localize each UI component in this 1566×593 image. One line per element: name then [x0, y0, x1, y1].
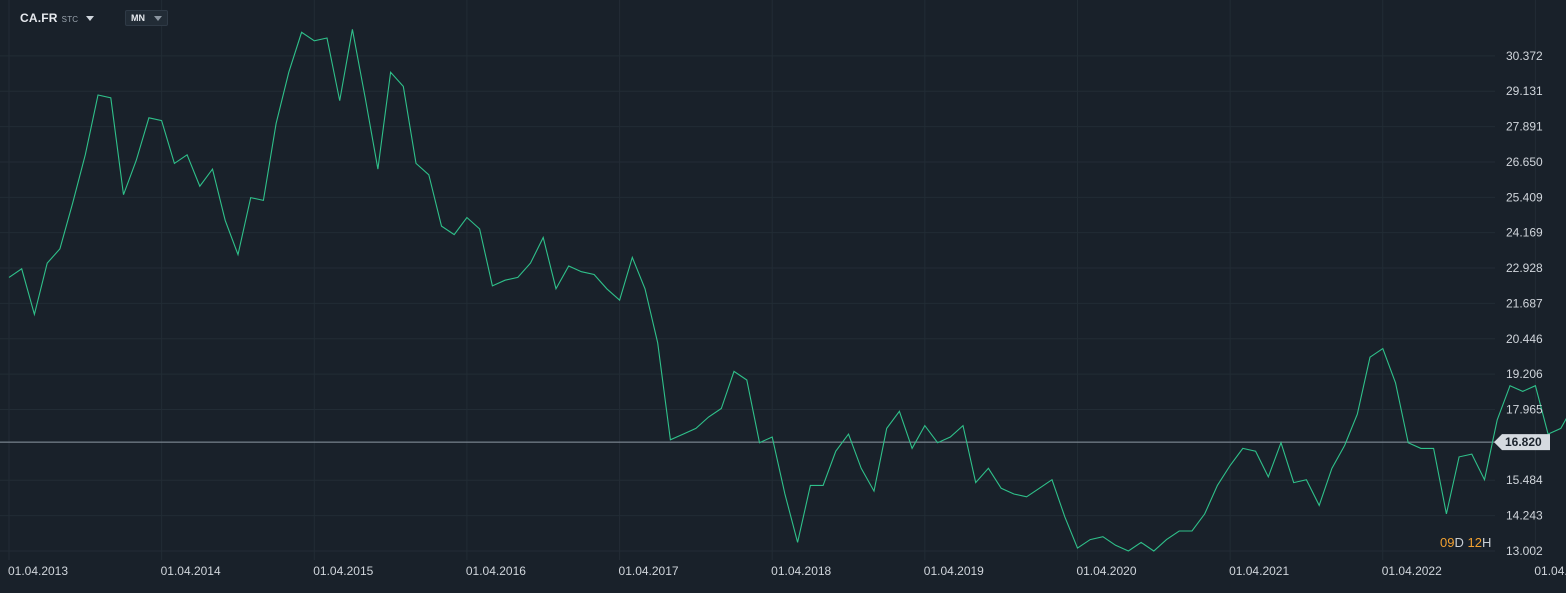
- y-tick-label: 30.372: [1506, 49, 1543, 63]
- horizontal-gridlines: [0, 55, 1495, 552]
- chevron-down-icon: [86, 16, 95, 22]
- x-tick-label: 01.04.2022: [1382, 564, 1442, 578]
- symbol-type: STC: [61, 15, 79, 24]
- price-series-line: [8, 29, 1566, 552]
- x-tick-label: 01.04.2020: [1076, 564, 1136, 578]
- candle-countdown: 09D 12H: [1440, 535, 1491, 550]
- symbol-name: CA.FR: [20, 11, 58, 25]
- last-price-tag: 16.820: [1494, 434, 1550, 451]
- y-tick-label: 14.243: [1506, 509, 1543, 523]
- chart-area[interactable]: 30.372 29.131 27.891 26.650 25.409 24.169 22.9…: [0, 0, 1566, 588]
- x-axis[interactable]: 01.04.2013 01.04.2014 01.04.2015 01.04.2016…: [8, 564, 1566, 578]
- x-tick-label: 01.04.2014: [161, 564, 221, 578]
- x-tick-label: 01.04.2013: [8, 564, 68, 578]
- x-tick-label: 01.04.2015: [313, 564, 373, 578]
- y-tick-label: 19.206: [1506, 367, 1543, 381]
- chevron-down-icon: [154, 16, 162, 21]
- x-tick-label: 01.04.2017: [619, 564, 679, 578]
- x-tick-label: 01.04.2016: [466, 564, 526, 578]
- y-tick-label: 26.650: [1506, 155, 1543, 169]
- timeframe-dropdown[interactable]: MN: [125, 10, 168, 26]
- timeframe-label: MN: [131, 13, 145, 23]
- y-tick-label: 13.002: [1506, 544, 1543, 558]
- y-tick-label: 15.484: [1506, 473, 1543, 487]
- countdown-hours-unit: H: [1481, 535, 1492, 550]
- x-tick-label: 01.04.2018: [771, 564, 831, 578]
- y-tick-label: 20.446: [1506, 332, 1543, 346]
- y-tick-label: 17.965: [1506, 402, 1543, 416]
- y-axis[interactable]: 30.372 29.131 27.891 26.650 25.409 24.169 22.9…: [1506, 49, 1543, 558]
- countdown-days-unit: D: [1454, 535, 1464, 550]
- x-tick-label: 01.04.2019: [924, 564, 984, 578]
- y-tick-label: 24.169: [1506, 226, 1543, 240]
- price-chart[interactable]: 30.372 29.131 27.891 26.650 25.409 24.169 22.9…: [0, 0, 1566, 588]
- x-tick-label: 01.04.2021: [1229, 564, 1289, 578]
- x-tick-label: 01.04.2023: [1534, 564, 1566, 578]
- y-tick-label: 21.687: [1506, 296, 1543, 310]
- y-tick-label: 25.409: [1506, 190, 1543, 204]
- countdown-days-value: 09: [1440, 535, 1455, 550]
- symbol-selector[interactable]: CA.FR STC: [20, 11, 95, 25]
- chart-toolbar: CA.FR STC MN: [0, 0, 400, 36]
- y-tick-label: 22.928: [1506, 261, 1543, 275]
- countdown-hours-value: 12: [1467, 535, 1482, 550]
- y-tick-label: 27.891: [1506, 120, 1543, 134]
- y-tick-label: 29.131: [1506, 84, 1543, 98]
- vertical-gridlines: [8, 0, 1536, 560]
- last-price-tag-label: 16.820: [1505, 435, 1542, 449]
